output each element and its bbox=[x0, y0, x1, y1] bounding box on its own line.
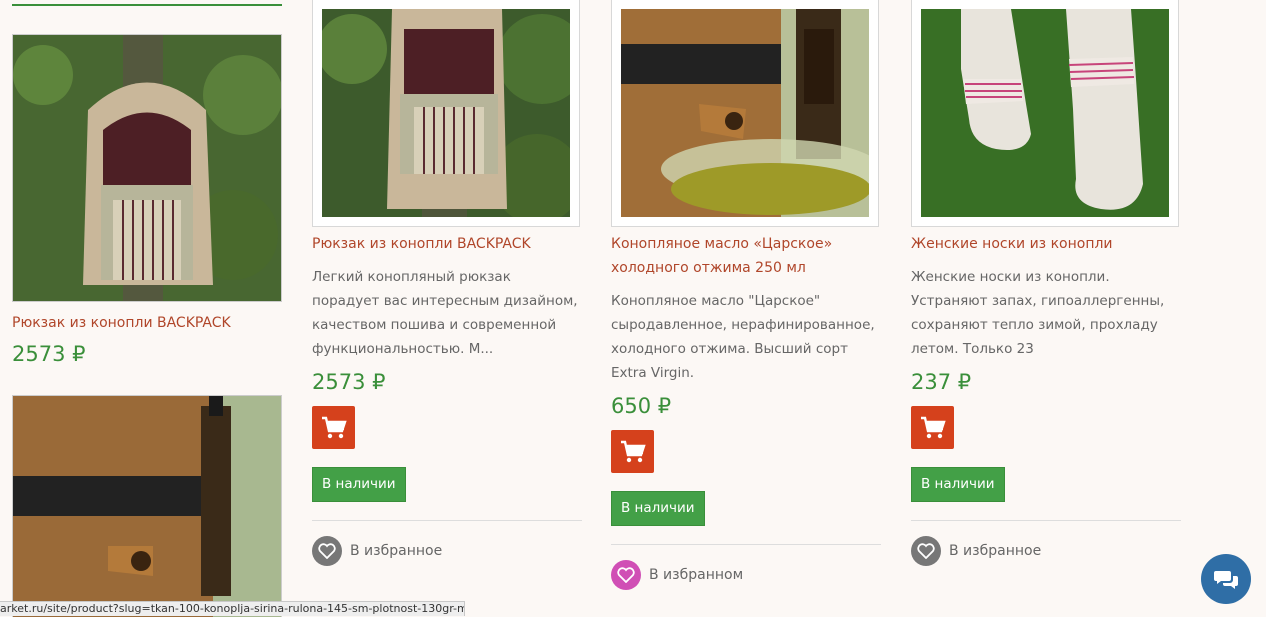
oil-photo bbox=[13, 396, 281, 617]
backpack-photo bbox=[13, 35, 281, 301]
product-description: Конопляное масло "Царское" сыродавленное… bbox=[611, 293, 875, 381]
product-price: 650 ₽ bbox=[611, 394, 672, 418]
divider bbox=[312, 520, 582, 521]
product-description: Легкий конопляный рюкзак порадует вас ин… bbox=[312, 269, 578, 357]
add-to-favorites-button[interactable]: В избранное bbox=[911, 536, 1041, 566]
sidebar-product-price: 2573 ₽ bbox=[12, 342, 86, 366]
heart-icon bbox=[611, 560, 641, 590]
sidebar-product-image-backpack[interactable] bbox=[12, 34, 282, 302]
section-rule bbox=[12, 4, 282, 6]
divider bbox=[611, 544, 881, 545]
add-to-cart-button[interactable] bbox=[312, 406, 355, 449]
add-to-cart-button[interactable] bbox=[911, 406, 954, 449]
oil-photo bbox=[621, 9, 869, 217]
product-price: 2573 ₽ bbox=[312, 370, 386, 394]
backpack-photo bbox=[322, 9, 570, 217]
cart-icon bbox=[920, 416, 946, 438]
add-to-cart-button[interactable] bbox=[611, 430, 654, 473]
product-image-frame[interactable] bbox=[911, 0, 1179, 227]
heart-icon bbox=[312, 536, 342, 566]
add-to-favorites-button[interactable]: В избранное bbox=[312, 536, 442, 566]
in-stock-badge: В наличии bbox=[911, 467, 1005, 502]
in-stock-badge: В наличии bbox=[312, 467, 406, 502]
product-title[interactable]: Конопляное масло «Царское» холодного отж… bbox=[611, 232, 871, 280]
product-image-frame[interactable] bbox=[312, 0, 580, 227]
sidebar-product-title[interactable]: Рюкзак из конопли BACKPACK bbox=[12, 315, 231, 331]
product-image-frame[interactable] bbox=[611, 0, 879, 227]
in-stock-badge: В наличии bbox=[611, 491, 705, 526]
favorited-button[interactable]: В избранном bbox=[611, 560, 743, 590]
chat-icon bbox=[1214, 571, 1238, 589]
product-description: Женские носки из конопли. Устраняют запа… bbox=[911, 269, 1165, 357]
favorites-label: В избранном bbox=[649, 567, 744, 583]
product-title[interactable]: Рюкзак из конопли BACKPACK bbox=[312, 232, 572, 256]
status-bar-url: arket.ru/site/product?slug=tkan-100-kono… bbox=[0, 601, 465, 616]
product-title[interactable]: Женские носки из конопли bbox=[911, 232, 1171, 256]
favorites-label: В избранное bbox=[350, 543, 443, 559]
divider bbox=[911, 520, 1181, 521]
cart-icon bbox=[321, 416, 347, 438]
socks-photo bbox=[921, 9, 1169, 217]
product-price: 237 ₽ bbox=[911, 370, 972, 394]
cart-icon bbox=[620, 440, 646, 462]
sidebar-product-image-oil[interactable] bbox=[12, 395, 282, 617]
favorites-label: В избранное bbox=[949, 543, 1042, 559]
chat-widget-button[interactable] bbox=[1201, 554, 1251, 604]
heart-icon bbox=[911, 536, 941, 566]
